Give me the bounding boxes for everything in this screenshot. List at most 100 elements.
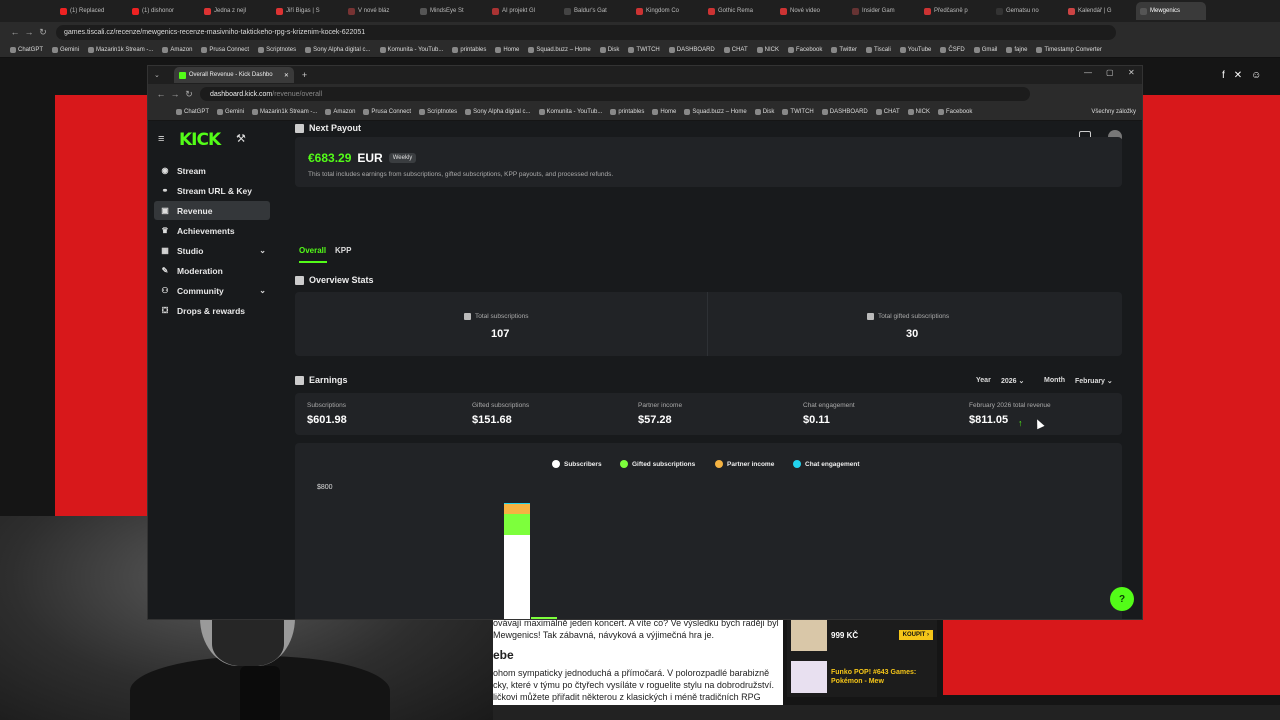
bookmark[interactable]: Mazarin1k Stream -... xyxy=(88,46,153,53)
chart-bar-segment[interactable] xyxy=(531,616,557,619)
legend-item[interactable]: Chat engagement xyxy=(793,460,860,468)
outer-tab[interactable]: Gematsu no xyxy=(992,2,1062,20)
outer-tab[interactable]: V nové bláz xyxy=(344,2,414,20)
outer-tab[interactable]: Předčasně p xyxy=(920,2,990,20)
bookmark[interactable]: Gemini xyxy=(217,109,244,115)
sidebar-item-revenue[interactable]: ▣ Revenue xyxy=(154,201,270,220)
sidebar-item-stream[interactable]: ◉ Stream xyxy=(154,161,270,180)
outer-tab[interactable]: (1) Replaced xyxy=(56,2,126,20)
bookmark[interactable]: Facebook xyxy=(787,46,822,53)
tab-list-icon[interactable]: ⌄ xyxy=(154,71,160,79)
sidebar-item-moderation[interactable]: ✎ Moderation xyxy=(154,261,270,280)
bookmark[interactable]: Facebook xyxy=(937,109,972,115)
minimize-icon[interactable]: — xyxy=(1084,68,1092,77)
bookmark[interactable]: ChatGPT xyxy=(10,46,43,53)
tab-kick-dashboard[interactable]: Overall Revenue - Kick Dashbo ✕ xyxy=(173,67,294,83)
bookmark[interactable]: Scriptnotes xyxy=(419,109,457,115)
reload-icon[interactable]: ↻ xyxy=(182,89,196,100)
sidebar-item-stream-url-key[interactable]: ⚭ Stream URL & Key xyxy=(154,181,270,200)
bookmark[interactable]: Home xyxy=(495,46,519,53)
legend-item[interactable]: Gifted subscriptions xyxy=(620,460,695,468)
legend-item[interactable]: Partner income xyxy=(715,460,774,468)
sidebar-item-community[interactable]: ⚇ Community ⌄ xyxy=(154,281,270,300)
chart-bar-segment[interactable] xyxy=(504,502,530,504)
close-window-icon[interactable]: ✕ xyxy=(1128,68,1135,77)
buy-button[interactable]: KOUPIT › xyxy=(898,630,933,640)
bookmark[interactable]: Prusa Connect xyxy=(363,109,411,115)
bookmark[interactable]: DASHBOARD xyxy=(668,46,715,53)
bookmark[interactable]: Komunita - YouTub... xyxy=(379,46,443,53)
bookmark[interactable]: Squad.buzz – Home xyxy=(684,109,747,115)
outer-tab[interactable]: (1) dishonor xyxy=(128,2,198,20)
outer-tab[interactable]: Jedna z nejl xyxy=(200,2,270,20)
back-icon[interactable]: ← xyxy=(8,27,22,37)
chart-bar-segment[interactable] xyxy=(504,503,530,514)
bookmark[interactable]: Squad.buzz – Home xyxy=(528,46,591,53)
outer-tab[interactable]: MindsEye St xyxy=(416,2,486,20)
ad-product-2[interactable]: Funko POP! #643 Games: Pokémon - Mew xyxy=(791,659,933,695)
twitter-icon[interactable]: ✕ xyxy=(1234,70,1242,81)
menu-icon[interactable]: ≡ xyxy=(158,133,164,145)
new-tab-icon[interactable]: + xyxy=(302,70,307,80)
bookmark[interactable]: Home xyxy=(652,109,676,115)
outer-tab[interactable]: Mewgenics xyxy=(1136,2,1206,20)
bookmark[interactable]: fajne xyxy=(1006,46,1027,53)
bookmark[interactable]: Scriptnotes xyxy=(258,46,296,53)
outer-tab[interactable]: Kalendář | G xyxy=(1064,2,1134,20)
ad-product-1[interactable]: 999 KČ KOUPIT › xyxy=(791,617,933,653)
bookmark[interactable]: Mazarin1k Stream -... xyxy=(252,109,317,115)
outer-tab[interactable]: Insider Gam xyxy=(848,2,918,20)
bookmark[interactable]: Sony Alpha digital c... xyxy=(305,46,371,53)
facebook-icon[interactable]: f xyxy=(1222,70,1225,81)
chart-bar-segment[interactable] xyxy=(504,513,530,535)
bookmark[interactable]: DASHBOARD xyxy=(821,109,868,115)
bookmark[interactable]: ČSFD xyxy=(940,46,965,53)
maximize-icon[interactable]: ▢ xyxy=(1106,68,1114,77)
tab-overall[interactable]: Overall xyxy=(299,246,326,255)
year-select[interactable]: 2026 ⌄ xyxy=(1001,377,1024,385)
outer-url-field[interactable]: games.tiscali.cz/recenze/mewgenics-recen… xyxy=(56,24,1116,40)
inner-url-field[interactable]: dashboard.kick.com/revenue/overall xyxy=(200,87,1030,101)
bookmark[interactable]: CHAT xyxy=(723,46,748,53)
bookmark[interactable]: Timestamp Converter xyxy=(1036,46,1102,53)
bookmark[interactable]: NICK xyxy=(907,109,930,115)
bookmark[interactable]: Tiscali xyxy=(866,46,891,53)
bookmark[interactable]: Twitter xyxy=(831,46,857,53)
close-tab-icon[interactable]: ✕ xyxy=(284,72,289,79)
sidebar-item-achievements[interactable]: ♛ Achievements xyxy=(154,221,270,240)
sidebar-item-studio[interactable]: ▦ Studio ⌄ xyxy=(154,241,270,260)
reload-icon[interactable]: ↻ xyxy=(36,27,50,38)
back-icon[interactable]: ← xyxy=(154,89,168,99)
forward-icon[interactable]: → xyxy=(168,89,182,99)
chart-bar-segment[interactable] xyxy=(531,618,557,619)
outer-tab[interactable]: Gothic Rema xyxy=(704,2,774,20)
chevron-down-icon[interactable]: ⌄ xyxy=(259,246,266,255)
chevron-down-icon[interactable]: ⌄ xyxy=(259,286,266,295)
outer-tab[interactable]: Baldur's Gat xyxy=(560,2,630,20)
support-chat-button[interactable]: ? xyxy=(1110,587,1134,611)
hammer-icon[interactable]: ⚒ xyxy=(236,132,246,145)
bookmark[interactable]: TWITCH xyxy=(628,46,660,53)
all-bookmarks-folder[interactable]: Všechny záložky xyxy=(1091,109,1136,115)
outer-tab[interactable]: Nové video xyxy=(776,2,846,20)
bookmark[interactable]: printables xyxy=(452,46,486,53)
kick-logo[interactable]: KICK xyxy=(179,130,221,150)
bookmark[interactable]: Disk xyxy=(599,46,619,53)
bookmark[interactable]: NICK xyxy=(756,46,779,53)
month-select[interactable]: February ⌄ xyxy=(1075,377,1113,385)
bookmark[interactable]: Gmail xyxy=(973,46,997,53)
legend-item[interactable]: Subscribers xyxy=(552,460,602,468)
sidebar-item-drops-rewards[interactable]: ⛋ Drops & rewards xyxy=(154,301,270,320)
bookmark[interactable]: printables xyxy=(610,109,644,115)
bookmark[interactable]: TWITCH xyxy=(782,109,814,115)
bookmark[interactable]: Prusa Connect xyxy=(201,46,249,53)
bookmark[interactable]: CHAT xyxy=(875,109,900,115)
discord-icon[interactable]: ☺ xyxy=(1251,70,1261,81)
bookmark[interactable]: YouTube xyxy=(899,46,931,53)
bookmark[interactable]: Amazon xyxy=(325,109,355,115)
bookmark[interactable]: Amazon xyxy=(162,46,192,53)
tab-kpp[interactable]: KPP xyxy=(335,246,351,255)
outer-tab[interactable]: Jiří Bigas | S xyxy=(272,2,342,20)
bookmark[interactable]: Sony Alpha digital c... xyxy=(465,109,531,115)
ad-product-title[interactable]: Funko POP! #643 Games: Pokémon - Mew xyxy=(831,668,933,686)
